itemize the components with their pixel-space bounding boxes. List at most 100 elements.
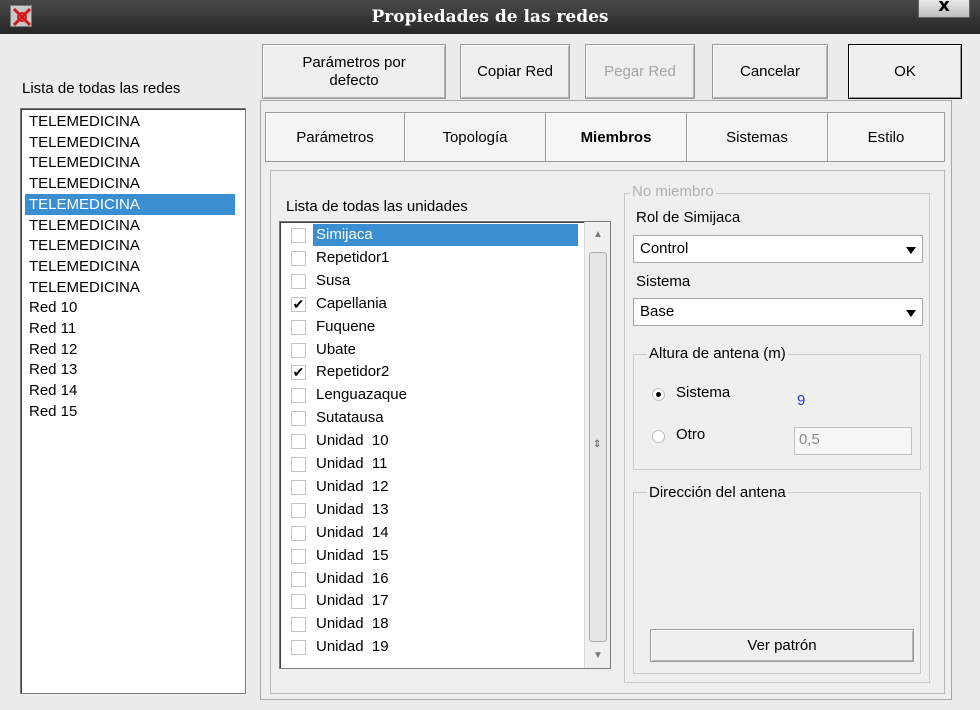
network-list-item[interactable]: TELEMEDICINA: [25, 132, 235, 153]
unit-name: Fuquene: [316, 317, 376, 335]
copy-network-button[interactable]: Copiar Red: [460, 44, 570, 99]
default-parameters-line2: defecto: [329, 71, 379, 89]
unit-list-item[interactable]: Unidad 13: [282, 499, 582, 521]
default-parameters-button[interactable]: Parámetros por defecto: [262, 44, 446, 99]
checkbox[interactable]: [291, 617, 306, 633]
grip-icon: ⇕: [593, 439, 602, 450]
unit-name: Ubate: [316, 340, 357, 358]
network-list-item[interactable]: Red 15: [25, 401, 235, 422]
unit-list-item[interactable]: Unidad 14: [282, 522, 582, 544]
unit-list-item[interactable]: Susa: [282, 270, 582, 292]
close-button[interactable]: x: [918, 0, 970, 18]
checkbox[interactable]: [291, 502, 306, 518]
checkbox[interactable]: [291, 411, 306, 427]
network-list[interactable]: TELEMEDICINA TELEMEDICINA TELEMEDICINA TELE…: [20, 108, 246, 694]
unit-list-item[interactable]: Unidad 16: [282, 568, 582, 590]
unit-name: Unidad 14: [316, 523, 389, 541]
checkbox[interactable]: [291, 388, 306, 404]
scroll-down-arrow-icon[interactable]: ▼: [593, 650, 603, 661]
unit-list-item[interactable]: Unidad 19: [282, 636, 582, 658]
network-list-item[interactable]: TELEMEDICINA: [25, 173, 235, 194]
checkbox[interactable]: [291, 525, 306, 541]
radio-sistema[interactable]: [652, 388, 665, 401]
cancel-button[interactable]: Cancelar: [712, 44, 828, 99]
system-select[interactable]: Base: [633, 298, 923, 326]
unit-list-item[interactable]: Unidad 11: [282, 453, 582, 475]
unit-name: Unidad 13: [316, 500, 389, 518]
checkbox[interactable]: [291, 250, 306, 266]
member-group-label: No miembro: [630, 183, 716, 200]
checkbox[interactable]: [291, 273, 306, 289]
title-bar: Propiedades de las redes x: [0, 0, 980, 34]
network-list-item[interactable]: TELEMEDICINA: [25, 277, 235, 298]
checkbox[interactable]: [291, 319, 306, 335]
unit-name: Unidad 15: [316, 546, 389, 564]
checkbox[interactable]: [291, 434, 306, 450]
unit-name: Lenguazaque: [316, 386, 407, 404]
network-list-item[interactable]: Red 13: [25, 359, 235, 380]
unit-list-item[interactable]: Unidad 18: [282, 613, 582, 635]
other-height-input[interactable]: 0,5: [794, 427, 912, 455]
network-list-item[interactable]: TELEMEDICINA: [25, 152, 235, 173]
unit-list-item[interactable]: ✔ Capellania: [282, 293, 582, 315]
network-list-item[interactable]: TELEMEDICINA: [25, 215, 235, 236]
role-select[interactable]: Control: [633, 235, 923, 263]
unit-name: Unidad 12: [316, 477, 389, 495]
paste-network-button[interactable]: Pegar Red: [585, 44, 695, 99]
checkbox[interactable]: [291, 594, 306, 610]
units-scrollbar[interactable]: ▲ ⇕ ▼: [584, 222, 610, 668]
checkbox[interactable]: [291, 571, 306, 587]
unit-name: Unidad 17: [316, 592, 389, 610]
view-pattern-button[interactable]: Ver patrón: [650, 629, 914, 662]
networks-heading: Lista de todas las redes: [22, 80, 181, 97]
network-list-item[interactable]: Red 14: [25, 380, 235, 401]
radio-otro[interactable]: [652, 430, 665, 443]
unit-list-item[interactable]: Sutatausa: [282, 407, 582, 429]
role-select-value: Control: [640, 240, 689, 257]
network-list-item[interactable]: TELEMEDICINA: [25, 111, 235, 132]
checkbox[interactable]: [291, 457, 306, 472]
unit-list-item[interactable]: Fuquene: [282, 316, 582, 338]
unit-list-item[interactable]: Unidad 17: [282, 590, 582, 612]
network-list-item[interactable]: Red 12: [25, 339, 235, 360]
checkbox[interactable]: [291, 342, 306, 358]
network-list-item[interactable]: TELEMEDICINA: [25, 193, 235, 215]
system-label: Sistema: [636, 273, 691, 290]
checkbox[interactable]: [291, 228, 306, 243]
antenna-height-label: Altura de antena (m): [647, 345, 788, 362]
checkbox-checked[interactable]: ✔: [291, 365, 306, 381]
chevron-down-icon: [906, 310, 916, 317]
unit-name: Susa: [316, 271, 351, 289]
network-list-item[interactable]: Red 10: [25, 297, 235, 318]
unit-list-item[interactable]: Simijaca: [282, 224, 582, 246]
checkbox[interactable]: [291, 479, 306, 495]
tab-miembros[interactable]: Miembros: [545, 112, 687, 162]
unit-list-item[interactable]: ✔ Repetidor2: [282, 361, 582, 383]
radio-sistema-label: Sistema: [676, 384, 731, 401]
unit-name: Repetidor1: [316, 248, 390, 266]
network-list-item[interactable]: TELEMEDICINA: [25, 256, 235, 277]
scroll-thumb[interactable]: ⇕: [589, 252, 607, 642]
unit-name: Unidad 10: [316, 432, 389, 450]
ok-button[interactable]: OK: [848, 44, 962, 99]
checkbox-checked[interactable]: ✔: [291, 296, 306, 312]
default-parameters-line1: Parámetros por: [302, 53, 406, 71]
unit-name: Simijaca: [313, 224, 578, 246]
tab-estilo[interactable]: Estilo: [827, 112, 945, 162]
scroll-up-arrow-icon[interactable]: ▲: [593, 229, 603, 240]
network-list-item[interactable]: Red 11: [25, 318, 235, 339]
unit-name: Unidad 19: [316, 638, 389, 656]
unit-list-item[interactable]: Unidad 10: [282, 430, 582, 452]
checkbox[interactable]: [291, 640, 306, 656]
network-list-item[interactable]: TELEMEDICINA: [25, 235, 235, 256]
unit-list-item[interactable]: Ubate: [282, 339, 582, 361]
tab-topologia[interactable]: Topología: [404, 112, 546, 162]
tab-sistemas[interactable]: Sistemas: [686, 112, 828, 162]
unit-list-item[interactable]: Lenguazaque: [282, 384, 582, 406]
unit-list-item[interactable]: Repetidor1: [282, 247, 582, 269]
tab-parametros[interactable]: Parámetros: [265, 112, 405, 162]
unit-list-item[interactable]: Unidad 15: [282, 545, 582, 567]
unit-list-item[interactable]: Unidad 12: [282, 476, 582, 498]
checkbox[interactable]: [291, 548, 306, 564]
units-list[interactable]: Simijaca Repetidor1 Susa ✔ Capellania Fuquene…: [279, 221, 611, 669]
